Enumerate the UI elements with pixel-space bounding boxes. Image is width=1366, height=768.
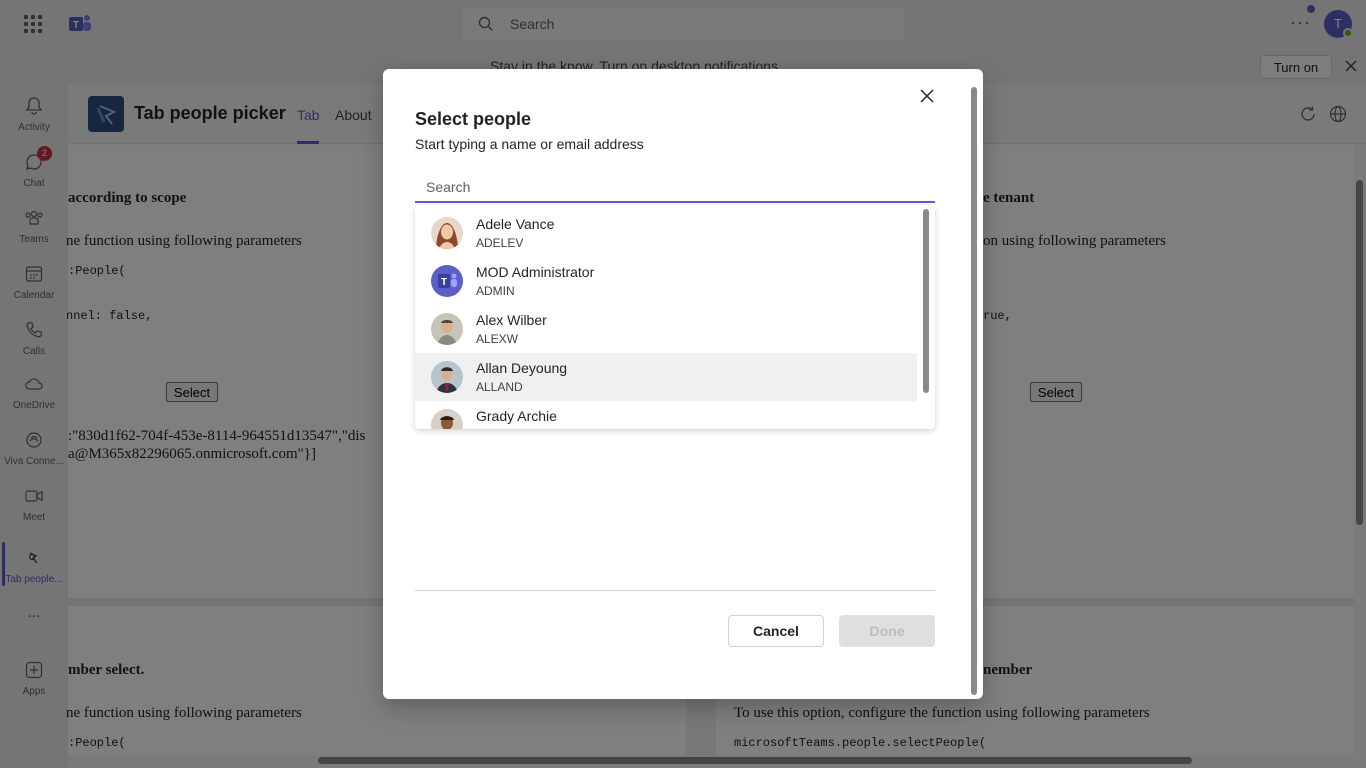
people-search-input[interactable] [415,173,935,203]
dialog-title: Select people [415,109,532,129]
avatar [431,313,463,345]
person-alias: ALEXW [476,332,519,346]
person-alias: ALLAND [476,380,523,394]
people-suggestion-list: Adele Vance ADELEV T MOD Administrator A… [415,205,935,429]
dialog-scrollbar[interactable] [971,87,977,695]
avatar [431,361,463,393]
person-row-mod-administrator[interactable]: T MOD Administrator ADMIN [415,257,917,305]
person-row-adele-vance[interactable]: Adele Vance ADELEV [415,209,917,257]
svg-text:T: T [441,277,447,288]
person-row-allan-deyoung[interactable]: Allan Deyoung ALLAND [415,353,917,401]
avatar [431,409,463,429]
person-name: Allan Deyoung [476,360,568,376]
dialog-subtitle: Start typing a name or email address [415,136,644,152]
person-alias: ADMIN [476,284,515,298]
person-row-grady-archie[interactable]: Grady Archie [415,401,917,429]
person-alias: ADELEV [476,236,524,250]
avatar [431,217,463,249]
select-people-dialog: Select people Start typing a name or ema… [383,69,983,699]
person-row-alex-wilber[interactable]: Alex Wilber ALEXW [415,305,917,353]
close-icon[interactable] [918,87,936,105]
person-name: Alex Wilber [476,312,547,328]
avatar: T [431,265,463,297]
cancel-button[interactable]: Cancel [728,615,824,647]
person-name: Adele Vance [476,216,555,232]
person-name: Grady Archie [476,408,557,424]
done-button[interactable]: Done [839,615,935,647]
dialog-divider [415,590,935,591]
person-name: MOD Administrator [476,264,595,280]
people-list-scrollbar[interactable] [923,209,929,393]
